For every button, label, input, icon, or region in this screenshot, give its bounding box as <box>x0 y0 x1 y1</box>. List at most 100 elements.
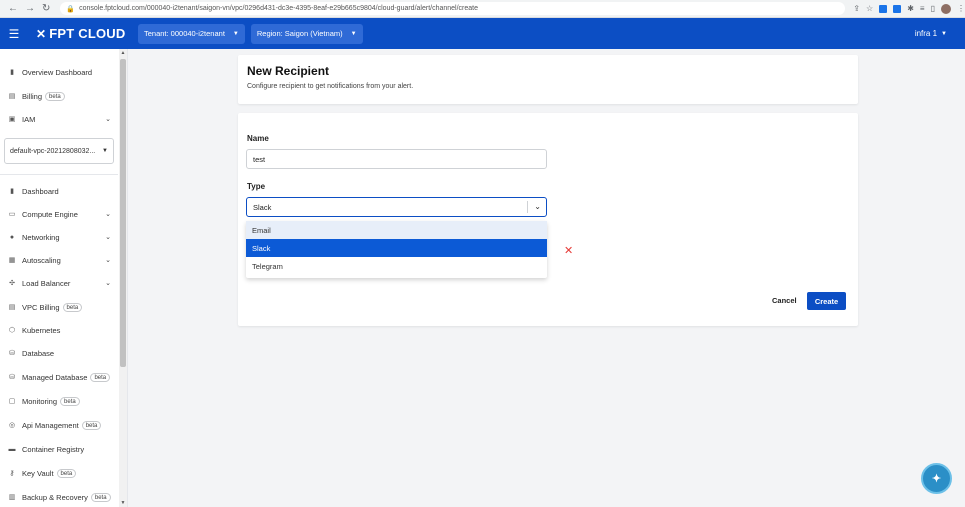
sidebar-item-label: Autoscaling <box>22 255 61 265</box>
beta-badge: beta <box>45 91 65 101</box>
type-select[interactable]: Slack ⌄ <box>246 197 547 217</box>
sidebar-item-api-management[interactable]: ◎ Api Management beta <box>7 418 111 432</box>
load-balancer-icon: ✣ <box>9 280 15 287</box>
sidebar-item-billing[interactable]: ▤ Billing beta <box>7 89 111 103</box>
caret-down-icon: ▼ <box>941 30 947 37</box>
scrollbar-thumb[interactable] <box>120 59 126 367</box>
sidebar-item-label: Billing <box>22 91 43 101</box>
bar-chart-icon: ▮ <box>10 69 14 76</box>
browser-extensions: ⇪ ☆ ✱ ≡ ▯ ⋮ <box>853 3 965 14</box>
name-input[interactable]: test <box>246 149 547 169</box>
forward-icon[interactable]: → <box>25 3 35 14</box>
beta-badge: beta <box>90 492 111 502</box>
beta-badge: beta <box>81 420 102 430</box>
select-separator <box>527 201 528 213</box>
assistant-fab[interactable]: ✦ <box>921 463 952 494</box>
sidebar-item-label: Api Management <box>22 420 79 430</box>
sidebar-item-backup-recovery[interactable]: ▥ Backup & Recovery beta <box>7 490 111 504</box>
sidebar-divider <box>0 174 118 175</box>
network-icon: ● <box>9 233 15 241</box>
menu-dots-icon[interactable]: ⋮ <box>957 4 965 13</box>
reading-list-icon[interactable]: ≡ <box>920 4 925 13</box>
vpc-select[interactable]: default-vpc-20212808032... ▼ <box>4 138 114 164</box>
create-button[interactable]: Create <box>807 292 846 310</box>
region-dropdown[interactable]: Region: Saigon (Vietnam) ▼ <box>250 23 363 44</box>
region-label: Region: Saigon (Vietnam) <box>256 29 343 38</box>
ai-assistant-icon: ✦ <box>931 473 942 485</box>
option-telegram[interactable]: Telegram <box>246 257 547 275</box>
monitor-icon: ▢ <box>8 398 16 405</box>
name-input-value: test <box>253 154 266 164</box>
chevron-down-icon: ⌄ <box>105 280 111 287</box>
backup-icon: ▥ <box>8 494 16 501</box>
user-name: infra 1 <box>914 29 938 38</box>
sidebar: ▮ Overview Dashboard ▤ Billing beta ▣ IA… <box>0 49 128 507</box>
sidebar-item-label: Backup & Recovery <box>22 492 88 502</box>
sidebar-item-label: Kubernetes <box>22 325 61 335</box>
extension-icon[interactable] <box>879 4 888 13</box>
sidebar-item-label: Compute Engine <box>22 209 78 219</box>
scroll-up-icon[interactable]: ▲ <box>119 50 127 56</box>
sidebar-item-database[interactable]: ⛁ Database <box>7 346 111 360</box>
api-icon: ◎ <box>8 422 16 429</box>
sidebar-item-label: Networking <box>22 232 60 242</box>
caret-down-icon: ▼ <box>232 30 239 37</box>
sidebar-item-key-vault[interactable]: ⚷ Key Vault beta <box>7 466 111 480</box>
sidebar-item-iam[interactable]: ▣ IAM ⌄ <box>7 112 111 126</box>
remove-icon[interactable]: ✕ <box>564 244 573 257</box>
autoscaling-icon: ▦ <box>8 257 16 264</box>
chevron-down-icon: ⌄ <box>105 257 111 264</box>
reload-icon[interactable]: ↻ <box>42 3 50 14</box>
database-icon: ⛁ <box>9 374 15 381</box>
chevron-down-icon: ⌄ <box>105 116 111 123</box>
hamburger-icon[interactable]: ☰ <box>0 27 28 41</box>
sidebar-item-monitoring[interactable]: ▢ Monitoring beta <box>7 394 111 408</box>
user-menu[interactable]: infra 1 ▼ <box>915 29 947 38</box>
sidebar-item-overview-dashboard[interactable]: ▮ Overview Dashboard <box>7 65 111 79</box>
sidebar-item-compute-engine[interactable]: ▭ Compute Engine ⌄ <box>7 207 111 221</box>
app-header: ☰ ✕ FPT CLOUD Tenant: 000040-i2tenant ▼ … <box>0 18 965 49</box>
sidebar-item-autoscaling[interactable]: ▦ Autoscaling ⌄ <box>7 253 111 267</box>
sidebar-item-label: Database <box>22 348 55 358</box>
url-text: console.fptcloud.com/000040-i2tenant/sai… <box>79 5 478 12</box>
address-bar[interactable]: 🔒 console.fptcloud.com/000040-i2tenant/s… <box>60 2 846 15</box>
translate-icon[interactable] <box>893 4 902 13</box>
sidebar-item-dashboard[interactable]: ▮ Dashboard <box>7 184 111 198</box>
sidebar-item-label: Container Registry <box>22 444 85 454</box>
lock-icon: 🔒 <box>66 5 76 13</box>
option-slack[interactable]: Slack <box>246 239 547 257</box>
caret-down-icon: ▼ <box>102 148 108 154</box>
sidebar-item-label: Key Vault <box>22 468 54 478</box>
scroll-down-icon[interactable]: ▼ <box>119 500 127 506</box>
database-icon: ⛁ <box>9 350 15 357</box>
beta-badge: beta <box>60 396 80 406</box>
type-options-menu: Email Slack Telegram <box>246 221 547 278</box>
option-email[interactable]: Email <box>246 221 547 239</box>
sidebar-item-label: Managed Database <box>22 372 88 382</box>
cancel-button[interactable]: Cancel <box>772 296 797 305</box>
sidepanel-icon[interactable]: ▯ <box>931 4 935 13</box>
sidebar-item-label: Dashboard <box>22 186 59 196</box>
sidebar-item-label: Load Balancer <box>22 278 71 288</box>
sidebar-item-networking[interactable]: ● Networking ⌄ <box>7 230 111 244</box>
back-icon[interactable]: ← <box>8 3 18 14</box>
server-icon: ▭ <box>8 211 16 218</box>
sidebar-item-kubernetes[interactable]: ⬡ Kubernetes <box>7 323 111 337</box>
sidebar-item-label: IAM <box>22 114 36 124</box>
sidebar-item-managed-database[interactable]: ⛁ Managed Database beta <box>7 370 111 384</box>
star-icon[interactable]: ☆ <box>866 4 873 13</box>
brand-logo[interactable]: ✕ FPT CLOUD <box>36 26 132 41</box>
sidebar-item-load-balancer[interactable]: ✣ Load Balancer ⌄ <box>7 276 111 290</box>
sidebar-item-container-registry[interactable]: ▬ Container Registry <box>7 442 111 456</box>
chevron-down-icon[interactable]: ⌄ <box>534 202 541 211</box>
chevron-down-icon: ⌄ <box>105 234 111 241</box>
share-icon[interactable]: ⇪ <box>853 4 860 13</box>
beta-badge: beta <box>62 302 83 312</box>
tenant-dropdown[interactable]: Tenant: 000040-i2tenant ▼ <box>138 23 245 44</box>
sidebar-item-vpc-billing[interactable]: ▤ VPC Billing beta <box>7 300 111 314</box>
profile-avatar[interactable] <box>941 3 951 14</box>
sidebar-scrollbar[interactable]: ▲ ▼ <box>119 49 127 507</box>
vpc-select-value: default-vpc-20212808032... <box>10 147 96 155</box>
puzzle-icon[interactable]: ✱ <box>907 4 914 13</box>
container-icon: ▬ <box>8 445 16 453</box>
